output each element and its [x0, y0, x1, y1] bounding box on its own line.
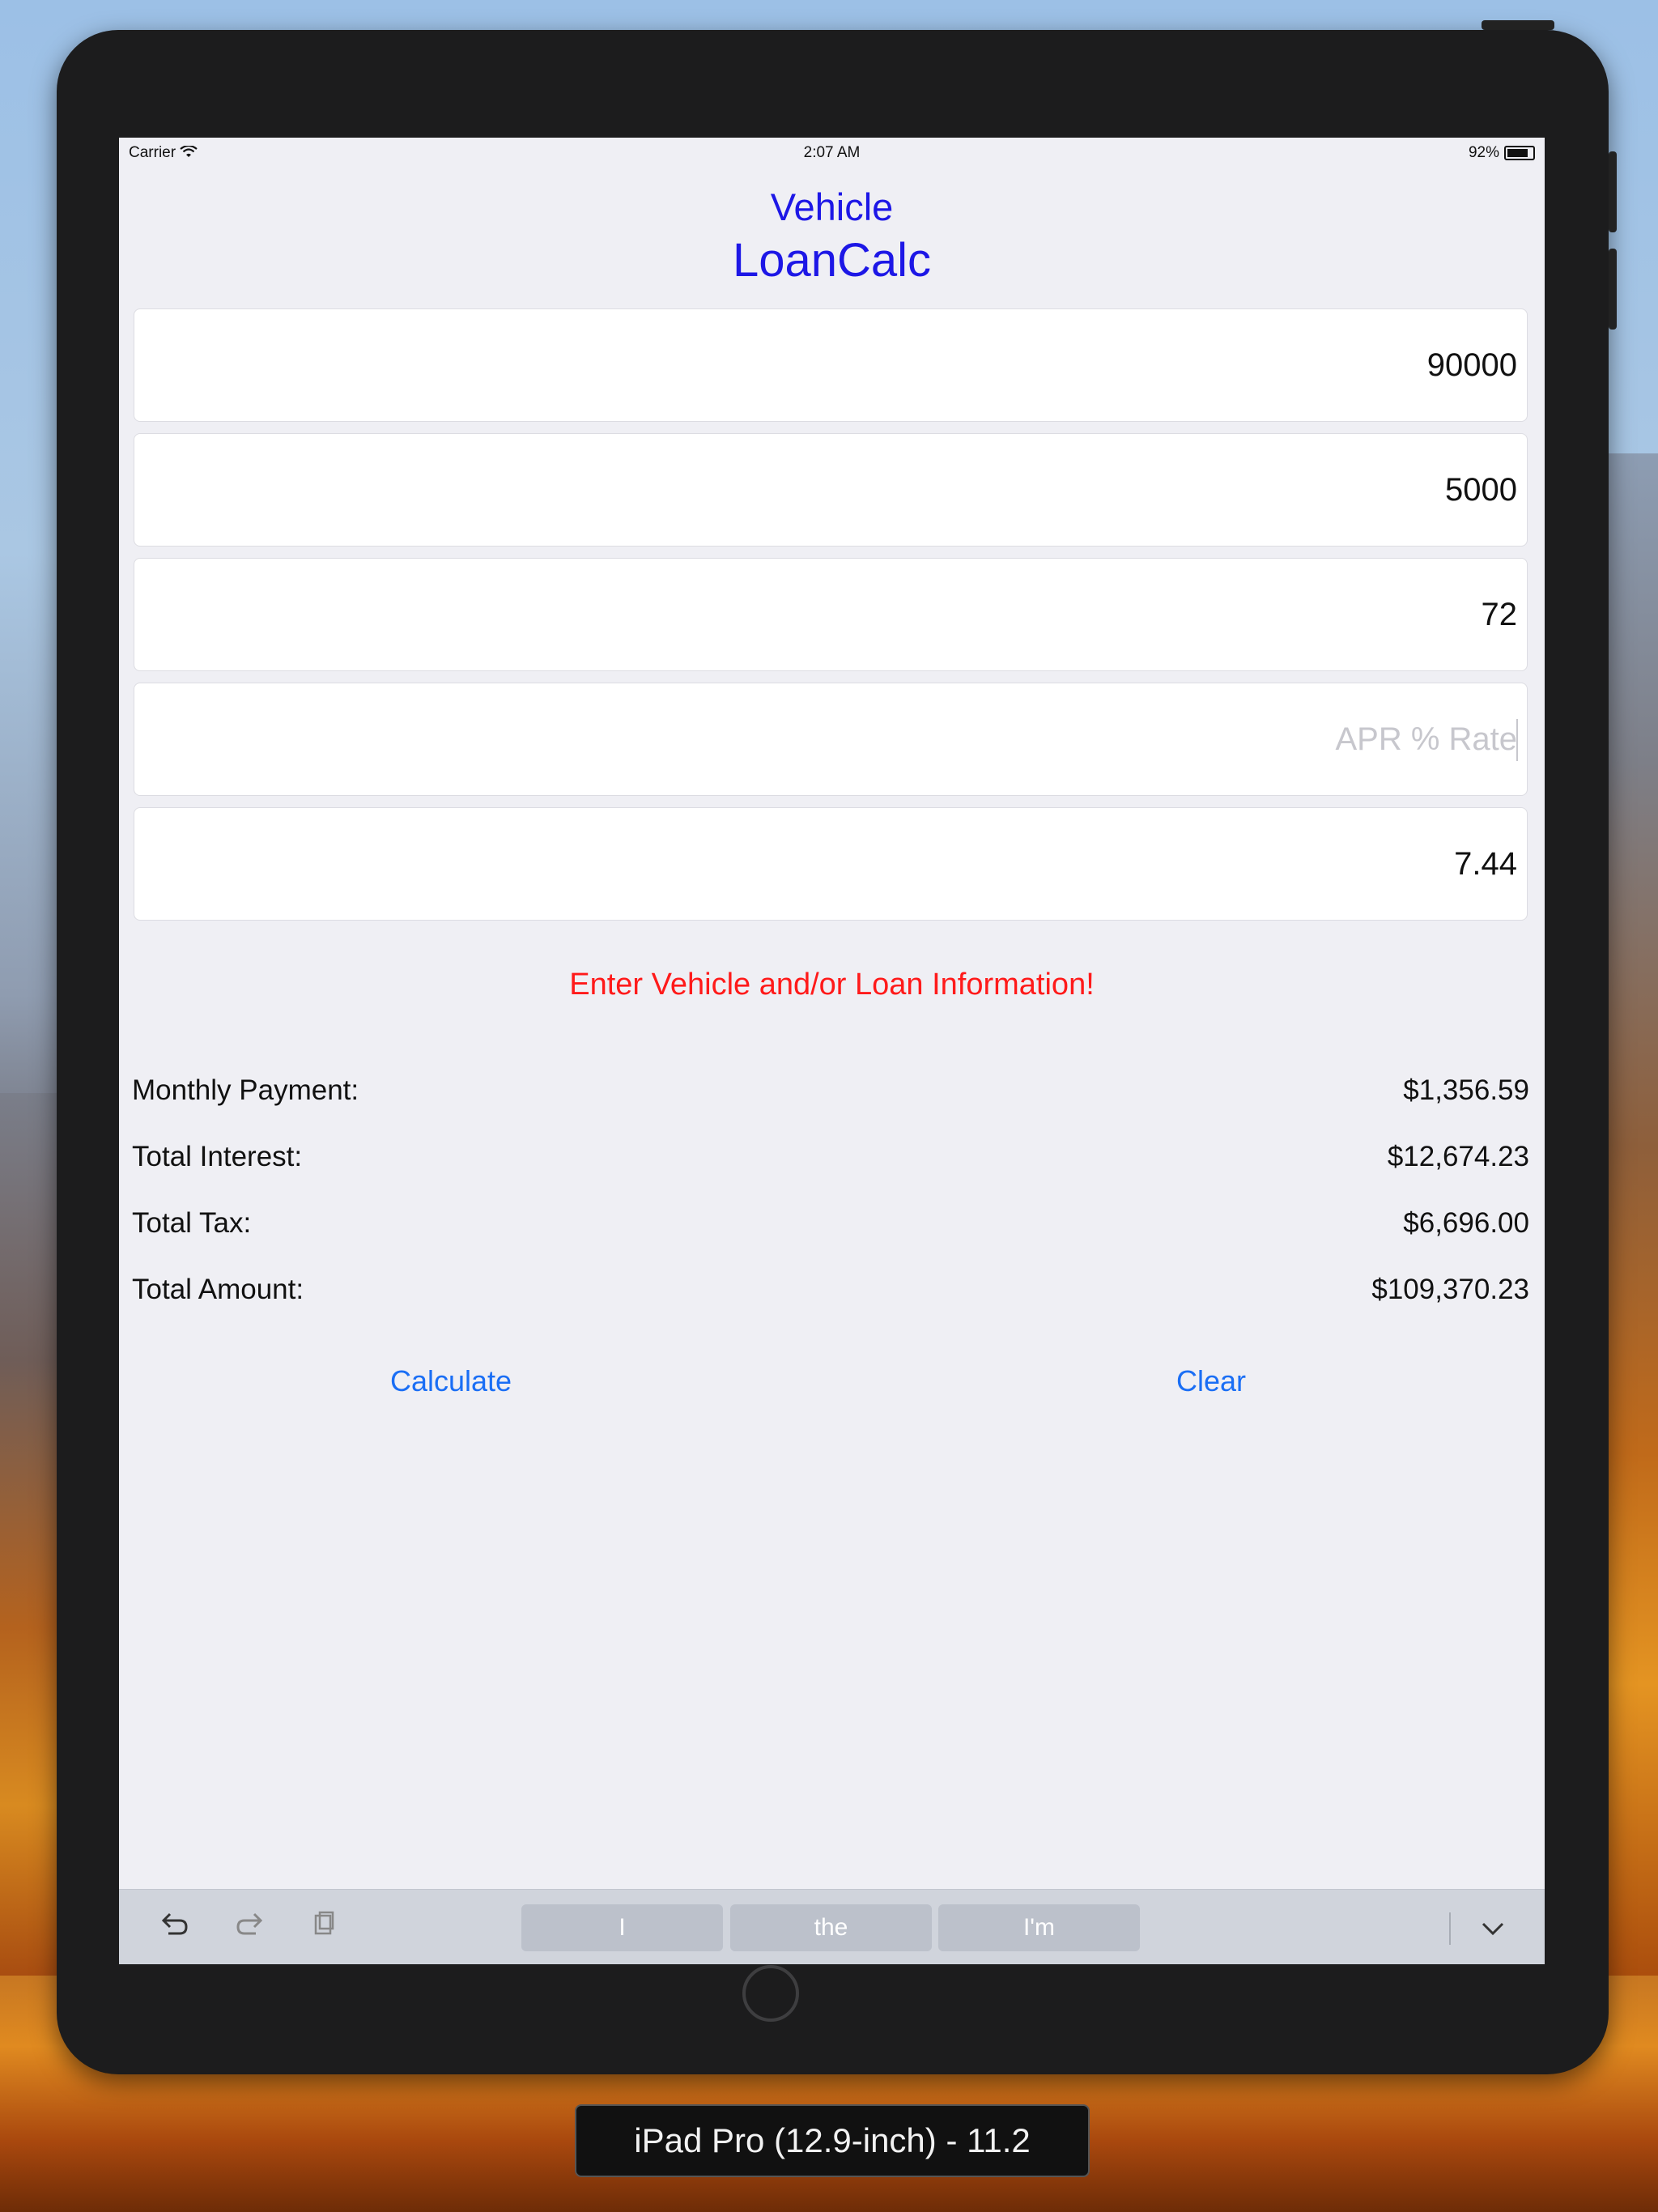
- suggestion-2[interactable]: the: [730, 1904, 932, 1951]
- top-power-button: [1482, 20, 1554, 30]
- keyboard-shortcut-bar: I the I'm: [119, 1889, 1545, 1964]
- home-button[interactable]: [742, 1965, 799, 2022]
- tax-rate-field[interactable]: [134, 807, 1528, 921]
- result-label: Monthly Payment:: [132, 1074, 359, 1106]
- result-value: $109,370.23: [1371, 1274, 1529, 1305]
- battery-percent: 92%: [1468, 144, 1499, 161]
- vehicle-price-field[interactable]: [134, 308, 1528, 422]
- dismiss-keyboard-icon[interactable]: [1473, 1908, 1513, 1948]
- vehicle-price-input[interactable]: [134, 309, 1527, 421]
- clear-button[interactable]: Clear: [1176, 1364, 1246, 1398]
- keyboard-bar-divider: [1449, 1912, 1451, 1945]
- app-title-vehicle: Vehicle: [770, 185, 894, 228]
- volume-down-button: [1609, 249, 1617, 330]
- result-row-total-amount: Total Amount: $109,370.23: [132, 1274, 1529, 1312]
- undo-icon[interactable]: [155, 1908, 195, 1948]
- simulator-device-label: iPad Pro (12.9-inch) - 11.2: [575, 2104, 1090, 2177]
- result-label: Total Amount:: [132, 1274, 304, 1305]
- apr-rate-field[interactable]: [134, 683, 1528, 796]
- app-screen: Carrier 2:07 AM 92% Vehicle LoanCalc 900…: [119, 138, 1545, 1964]
- result-value: $1,356.59: [1403, 1074, 1529, 1106]
- result-value: $12,674.23: [1387, 1141, 1529, 1172]
- calculate-button[interactable]: Calculate: [390, 1364, 512, 1398]
- app-title-loancalc: LoanCalc: [732, 234, 932, 287]
- status-time: 2:07 AM: [803, 144, 861, 161]
- battery-icon: [1504, 146, 1535, 160]
- suggestion-3[interactable]: I'm: [938, 1904, 1140, 1951]
- text-cursor: [1516, 719, 1518, 761]
- result-row-monthly-payment: Monthly Payment: $1,356.59: [132, 1074, 1529, 1113]
- result-row-total-interest: Total Interest: $12,674.23: [132, 1141, 1529, 1180]
- down-payment-input[interactable]: [134, 434, 1527, 546]
- paste-icon[interactable]: [304, 1908, 344, 1948]
- status-bar: Carrier 2:07 AM 92%: [119, 138, 1545, 168]
- suggestion-1[interactable]: I: [521, 1904, 723, 1951]
- loan-term-field[interactable]: [134, 558, 1528, 671]
- down-payment-field[interactable]: [134, 433, 1528, 547]
- tax-rate-input[interactable]: [134, 808, 1527, 920]
- result-label: Total Interest:: [132, 1141, 303, 1172]
- status-message: Enter Vehicle and/or Loan Information!: [569, 968, 1095, 1002]
- apr-rate-input[interactable]: [134, 683, 1527, 795]
- result-label: Total Tax:: [132, 1207, 252, 1239]
- status-battery: 92%: [1469, 144, 1535, 162]
- loan-term-input[interactable]: [134, 559, 1527, 670]
- result-value: $6,696.00: [1403, 1207, 1529, 1239]
- redo-icon[interactable]: [229, 1908, 270, 1948]
- result-row-total-tax: Total Tax: $6,696.00: [132, 1207, 1529, 1246]
- volume-up-button: [1609, 151, 1617, 232]
